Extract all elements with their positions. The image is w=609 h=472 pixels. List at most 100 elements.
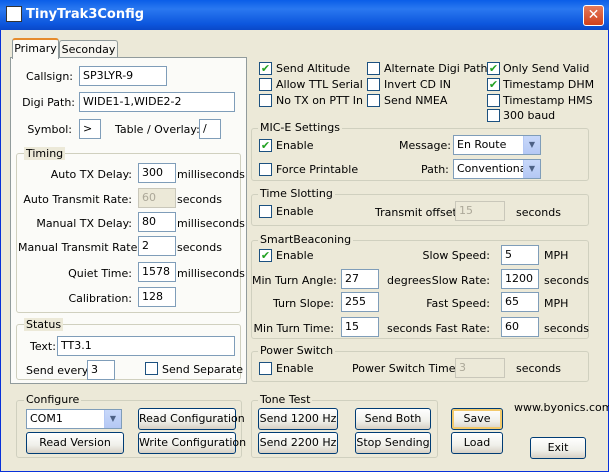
read-version-button[interactable]: Read Version — [26, 432, 124, 454]
path-value: Conventional — [457, 162, 530, 175]
power-switch-time-label: Power Switch Time: — [352, 362, 460, 375]
auto-transmit-rate-label: Auto Transmit Rate: — [23, 193, 132, 206]
window-title: TinyTrak3Config — [26, 7, 145, 22]
website-link[interactable]: www.byonics.com — [514, 401, 609, 414]
min-turn-time-input[interactable]: 15 — [341, 317, 379, 337]
chevron-down-icon[interactable]: ▼ — [523, 136, 540, 154]
message-value: En Route — [457, 138, 507, 151]
slow-speed-unit: MPH — [544, 249, 569, 262]
title-bar[interactable]: TinyTrak3Config ✕ — [0, 0, 609, 30]
status-title: Status — [24, 318, 64, 331]
manual-tx-delay-label: Manual TX Delay: — [36, 217, 132, 230]
send-altitude-label: Send Altitude — [276, 62, 351, 75]
send-2200-button[interactable]: Send 2200 Hz — [258, 432, 338, 454]
smartbeaconing-enable-label: Enable — [276, 249, 314, 262]
force-printable-checkbox[interactable] — [259, 163, 272, 176]
slow-speed-input[interactable]: 5 — [501, 245, 539, 265]
digipath-label: Digi Path: — [22, 96, 75, 109]
auto-tx-delay-input[interactable]: 300 — [138, 163, 176, 183]
transmit-offset-label: Transmit offset: — [375, 206, 461, 219]
send-separate-checkbox[interactable] — [145, 362, 158, 375]
fast-rate-label: Fast Rate: — [435, 322, 490, 335]
invert-cd-checkbox[interactable] — [367, 78, 380, 91]
invert-cd-label: Invert CD IN — [384, 78, 451, 91]
path-select[interactable]: Conventional ▼ — [453, 159, 541, 179]
transmit-offset-input[interactable]: 15 — [455, 201, 505, 221]
slow-rate-unit: seconds — [544, 274, 589, 287]
no-tx-ptt-label: No TX on PTT In — [276, 94, 363, 107]
time-slotting-enable-label: Enable — [276, 205, 314, 218]
send-every-input[interactable]: 3 — [87, 360, 115, 380]
timestamp-dhm-checkbox[interactable]: ✔ — [487, 78, 500, 91]
auto-transmit-rate-input[interactable]: 60 — [138, 188, 176, 208]
allow-ttl-label: Allow TTL Serial — [276, 78, 363, 91]
baud-300-label: 300 baud — [503, 109, 556, 122]
timestamp-dhm-label: Timestamp DHM — [503, 78, 595, 91]
manual-transmit-rate-label: Manual Transmit Rate: — [18, 241, 142, 254]
send-1200-button[interactable]: Send 1200 Hz — [258, 408, 338, 430]
quiet-time-unit: milliseconds — [177, 267, 245, 280]
fast-speed-input[interactable]: 65 — [501, 292, 539, 312]
only-send-valid-label: Only Send Valid — [503, 62, 590, 75]
power-switch-time-unit: seconds — [516, 362, 561, 375]
auto-tx-delay-label: Auto TX Delay: — [50, 168, 132, 181]
fast-rate-unit: seconds — [544, 322, 589, 335]
allow-ttl-checkbox[interactable] — [259, 78, 272, 91]
quiet-time-label: Quiet Time: — [68, 267, 132, 280]
send-altitude-checkbox[interactable]: ✔ — [259, 62, 272, 75]
force-printable-label: Force Printable — [276, 163, 359, 176]
com-port-select[interactable]: COM1 ▼ — [26, 409, 122, 429]
write-configuration-button[interactable]: Write Configuration — [138, 432, 246, 454]
message-select[interactable]: En Route ▼ — [453, 135, 541, 155]
transmit-offset-unit: seconds — [516, 206, 561, 219]
status-text-input[interactable]: TT3.1 — [57, 336, 235, 356]
timestamp-hms-checkbox[interactable] — [487, 94, 500, 107]
fast-rate-input[interactable]: 60 — [501, 317, 539, 337]
mic-e-enable-label: Enable — [276, 139, 314, 152]
time-slotting-title: Time Slotting — [258, 187, 335, 200]
load-button[interactable]: Load — [451, 432, 503, 454]
calibration-label: Calibration: — [68, 292, 132, 305]
only-send-valid-checkbox[interactable]: ✔ — [487, 62, 500, 75]
chevron-down-icon[interactable]: ▼ — [523, 160, 540, 178]
send-both-button[interactable]: Send Both — [355, 408, 431, 430]
manual-transmit-rate-unit: seconds — [177, 241, 222, 254]
chevron-down-icon[interactable]: ▼ — [104, 410, 121, 428]
tab-primary[interactable]: Primary — [12, 38, 59, 59]
min-turn-angle-input[interactable]: 27 — [341, 269, 379, 289]
table-overlay-input[interactable]: / — [199, 119, 221, 139]
power-switch-enable-checkbox[interactable] — [259, 362, 272, 375]
baud-300-checkbox[interactable] — [487, 109, 500, 122]
send-nmea-checkbox[interactable] — [367, 94, 380, 107]
mic-e-enable-checkbox[interactable]: ✔ — [259, 139, 272, 152]
close-button[interactable]: ✕ — [583, 5, 604, 26]
read-configuration-button[interactable]: Read Configuration — [138, 408, 245, 430]
auto-tx-delay-unit: milliseconds — [177, 168, 245, 181]
app-icon — [6, 6, 22, 22]
calibration-input[interactable]: 128 — [138, 287, 176, 307]
no-tx-ptt-checkbox[interactable] — [259, 94, 272, 107]
fast-speed-label: Fast Speed: — [426, 297, 490, 310]
smartbeaconing-enable-checkbox[interactable]: ✔ — [259, 249, 272, 262]
stop-sending-button[interactable]: Stop Sending — [355, 432, 431, 454]
manual-transmit-rate-input[interactable]: 2 — [138, 236, 176, 256]
send-every-label: Send every: — [26, 364, 92, 377]
symbol-input[interactable]: > — [79, 119, 101, 139]
manual-tx-delay-input[interactable]: 80 — [138, 212, 176, 232]
path-label: Path: — [421, 163, 449, 176]
callsign-input[interactable]: SP3LYR-9 — [79, 66, 167, 86]
turn-slope-input[interactable]: 255 — [341, 292, 379, 312]
alt-digi-label: Alternate Digi Paths — [384, 62, 494, 75]
time-slotting-enable-checkbox[interactable] — [259, 205, 272, 218]
send-separate-label: Send Separate — [162, 363, 244, 376]
min-turn-angle-label: Min Turn Angle: — [252, 274, 337, 287]
save-button[interactable]: Save — [451, 408, 503, 430]
power-switch-time-input[interactable]: 3 — [455, 358, 505, 378]
slow-rate-input[interactable]: 1200 — [501, 269, 539, 289]
alt-digi-checkbox[interactable] — [367, 62, 380, 75]
exit-button[interactable]: Exit — [530, 437, 586, 459]
send-nmea-label: Send NMEA — [384, 94, 448, 107]
digipath-input[interactable]: WIDE1-1,WIDE2-2 — [79, 92, 235, 112]
symbol-label: Symbol: — [27, 123, 72, 136]
quiet-time-input[interactable]: 1578 — [138, 262, 176, 282]
